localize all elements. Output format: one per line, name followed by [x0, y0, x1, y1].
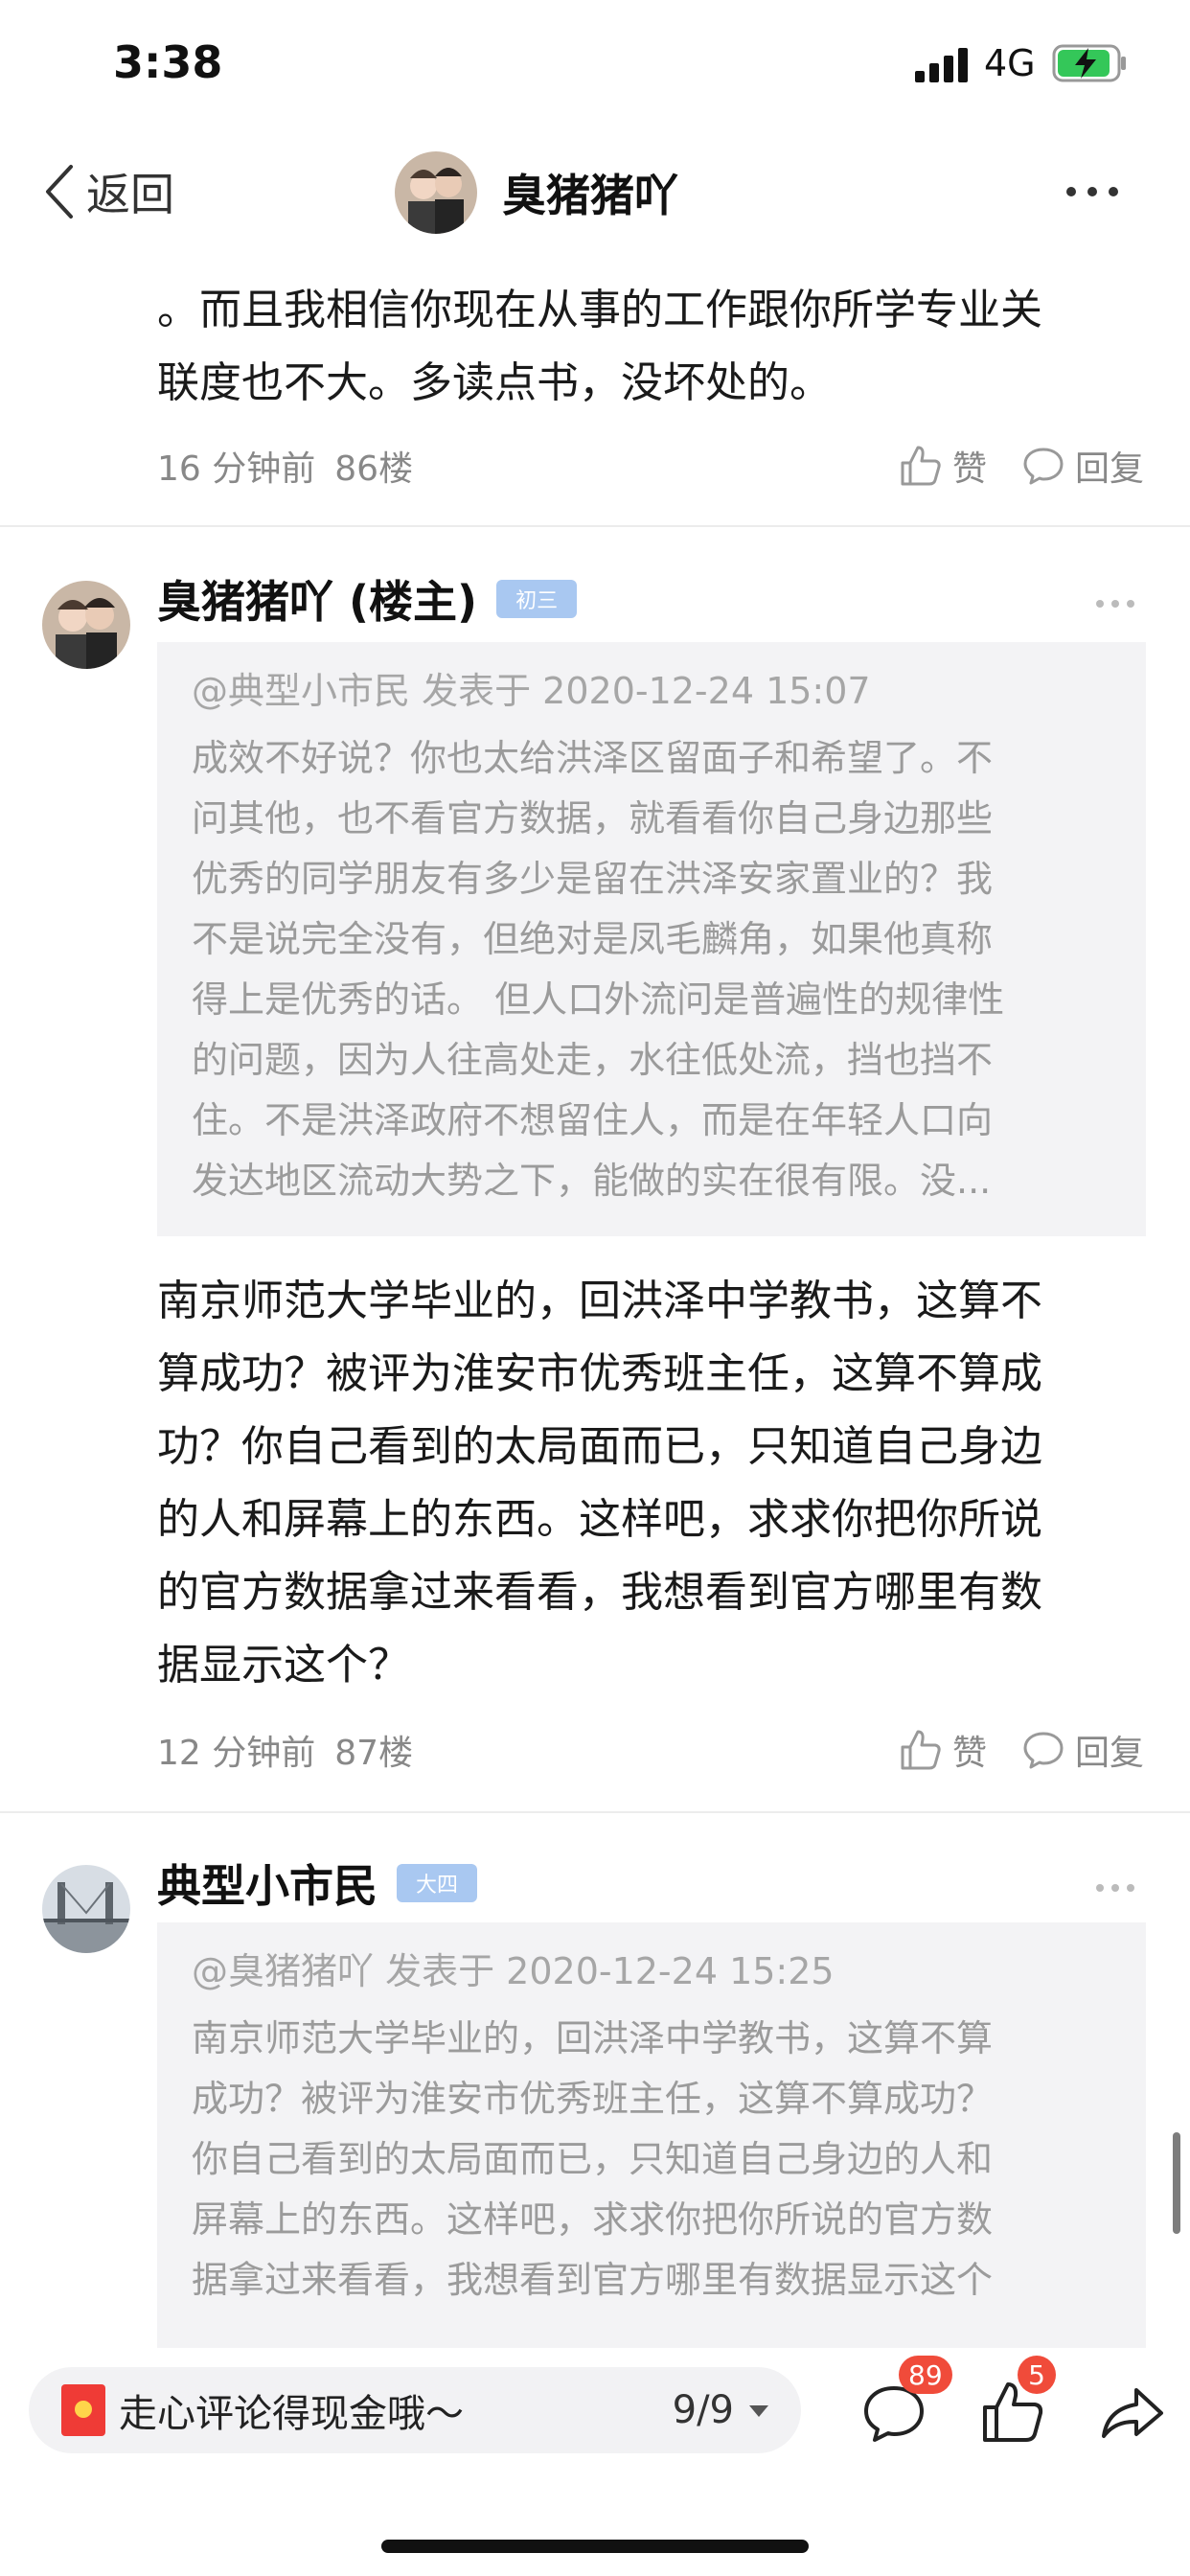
quote-line: 据拿过来看看，我想看到官方哪里有数据显示这个 [192, 2259, 994, 2301]
quote-header: @典型小市民 发表于 2020-12-24 15:07 [192, 670, 871, 712]
comment-line: 的官方数据拿过来看看，我想看到官方哪里有数 [157, 1568, 1042, 1617]
like-button[interactable]: 赞 [899, 441, 987, 491]
avatar[interactable] [42, 1865, 130, 1953]
bottom-bar: 走心评论得现金哦～ 9/9 89 5 [0, 2348, 1190, 2576]
caret-down-icon[interactable] [749, 2405, 768, 2417]
post-time: 16 分钟前 [157, 449, 316, 489]
reply-label: 回复 [1074, 1734, 1144, 1773]
quote-line: 成效不好说？你也太给洪泽区留面子和希望了。不 [192, 737, 994, 779]
post-floor: 87楼 [334, 1734, 414, 1773]
chevron-left-icon [46, 165, 73, 218]
page-title: 臭猪猪吖 [502, 170, 678, 221]
post-text-line: 联度也不大。多读点书，没坏处的。 [157, 358, 832, 407]
post-floor: 86楼 [334, 449, 414, 489]
more-icon[interactable] [1094, 594, 1136, 613]
quoted-comment[interactable]: @典型小市民 发表于 2020-12-24 15:07 成效不好说？你也太给洪泽… [157, 642, 1146, 1236]
scrollbar[interactable] [1173, 2132, 1180, 2234]
post-86-text: 。而且我相信你现在从事的工作跟你所学专业关 联度也不大。多读点书，没坏处的。 [157, 274, 1154, 420]
comment-header: 臭猪猪吖 (楼主) 初三 [157, 567, 578, 631]
reply-label: 回复 [1074, 449, 1144, 489]
home-indicator[interactable] [381, 2540, 809, 2553]
username[interactable]: 臭猪猪吖 (楼主) [157, 567, 477, 631]
avatar-bridge-icon [42, 1865, 130, 1953]
comment-line: 的人和屏幕上的东西。这样吧，求求你把你所说 [157, 1495, 1042, 1544]
more-icon[interactable] [1094, 1878, 1136, 1898]
post-time: 12 分钟前 [157, 1734, 316, 1773]
avatar[interactable] [395, 151, 477, 234]
network-type: 4G [984, 42, 1036, 84]
like-count-badge: 5 [1018, 2356, 1056, 2394]
input-placeholder: 走心评论得现金哦～ [119, 2392, 464, 2436]
divider [0, 525, 1190, 527]
nav-bar: 返回 臭猪猪吖 [0, 134, 1190, 249]
comment-line: 据显示这个？ [157, 1641, 410, 1690]
divider [0, 1811, 1190, 1813]
quote-line: 得上是优秀的话。 但人口外流问是普遍性的规律性 [192, 978, 1005, 1021]
avatar[interactable] [42, 581, 130, 669]
comment-icon [1023, 448, 1064, 485]
quoted-comment[interactable]: @臭猪猪吖 发表于 2020-12-24 15:25 南京师范大学毕业的，回洪泽… [157, 1922, 1146, 2348]
reply-button[interactable]: 回复 [1021, 1725, 1144, 1775]
comment-line: 算成功？被评为淮安市优秀班主任，这算不算成 [157, 1349, 1042, 1398]
quote-line: 优秀的同学朋友有多少是留在洪泽安家置业的？我 [192, 858, 994, 900]
battery-charging-icon [1052, 44, 1126, 82]
page-indicator[interactable]: 9/9 [673, 2388, 734, 2432]
quote-header: @臭猪猪吖 发表于 2020-12-24 15:25 [192, 1950, 835, 1992]
quote-text: 南京师范大学毕业的，回洪泽中学教书，这算不算 成功？被评为淮安市优秀班主任，这算… [192, 2009, 1111, 2311]
thread-content[interactable]: 。而且我相信你现在从事的工作跟你所学专业关 联度也不大。多读点书，没坏处的。 1… [0, 249, 1190, 2348]
comment-text: 南京师范大学毕业的，回洪泽中学教书，这算不 算成功？被评为淮安市优秀班主任，这算… [157, 1265, 1154, 1702]
level-badge: 大四 [397, 1864, 478, 1902]
comment-line: 南京师范大学毕业的，回洪泽中学教书，这算不 [157, 1276, 1042, 1325]
thumbs-up-icon [901, 446, 941, 486]
thumbs-up-icon [901, 1730, 941, 1770]
quote-line: 住。不是洪泽政府不想留住人，而是在年轻人口向 [192, 1099, 994, 1141]
back-label: 返回 [86, 169, 174, 220]
like-button[interactable]: 赞 [899, 1725, 987, 1775]
comment-meta: 12 分钟前 87楼 赞 回复 [157, 1721, 1144, 1779]
avatar-photo-icon [395, 151, 477, 234]
quote-line: 的问题，因为人往高处走，水往低处流，挡也挡不 [192, 1039, 994, 1081]
quote-line: 问其他，也不看官方数据，就看看你自己身边那些 [192, 797, 994, 840]
status-bar: 3:38 4G [0, 0, 1190, 134]
comment-input[interactable]: 走心评论得现金哦～ 9/9 [29, 2367, 801, 2453]
quote-line: 你自己看到的太局面而已，只知道自己身边的人和 [192, 2138, 994, 2180]
comment-count-badge: 89 [899, 2356, 952, 2394]
avatar-photo-icon [42, 581, 130, 669]
like-label: 赞 [951, 1734, 987, 1773]
signal-icon [915, 48, 968, 82]
quote-text: 成效不好说？你也太给洪泽区留面子和希望了。不 问其他，也不看官方数据，就看看你自… [192, 728, 1111, 1211]
red-envelope-icon [61, 2384, 105, 2436]
comment-header: 典型小市民 大四 [157, 1852, 478, 1915]
quote-line: 成功？被评为淮安市优秀班主任，这算不算成功？ [192, 2078, 994, 2120]
like-label: 赞 [951, 449, 987, 489]
username[interactable]: 典型小市民 [157, 1852, 378, 1915]
quote-line: 屏幕上的东西。这样吧，求求你把你所说的官方数 [192, 2198, 994, 2241]
level-badge: 初三 [496, 580, 578, 618]
quote-line: 南京师范大学毕业的，回洪泽中学教书，这算不算 [192, 2017, 994, 2059]
back-button[interactable]: 返回 [42, 161, 174, 222]
reply-button[interactable]: 回复 [1021, 441, 1144, 491]
more-icon[interactable] [1064, 172, 1121, 211]
comment-line: 功？你自己看到的太局面而已，只知道自己身边 [157, 1422, 1042, 1471]
quote-line: 发达地区流动大势之下，能做的实在很有限。没... [192, 1160, 992, 1202]
quote-line: 不是说完全没有，但绝对是凤毛麟角，如果他真称 [192, 918, 994, 960]
post-text-line: 。而且我相信你现在从事的工作跟你所学专业关 [157, 286, 1042, 334]
share-icon[interactable] [1096, 2377, 1167, 2448]
comment-icon [1023, 1732, 1064, 1769]
status-time: 3:38 [113, 36, 223, 88]
post-86-meta: 16 分钟前 86楼 赞 回复 [157, 437, 1144, 494]
